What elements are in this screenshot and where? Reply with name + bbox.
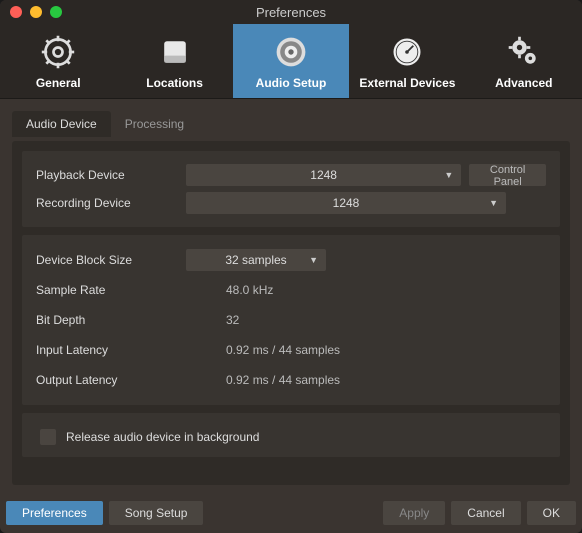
cancel-button[interactable]: Cancel (451, 501, 520, 525)
block-size-value: 32 samples (225, 253, 286, 267)
titlebar: Preferences (0, 0, 582, 24)
song-setup-button[interactable]: Song Setup (109, 501, 204, 525)
footer: Preferences Song Setup Apply Cancel OK (0, 493, 582, 533)
output-latency-label: Output Latency (36, 373, 186, 387)
bit-depth-value: 32 (186, 313, 239, 327)
release-audio-label: Release audio device in background (66, 430, 259, 444)
recording-device-label: Recording Device (36, 196, 186, 210)
toolbar-label: Audio Setup (256, 76, 327, 90)
chevron-down-icon: ▼ (444, 170, 453, 180)
ok-button[interactable]: OK (527, 501, 576, 525)
toolbar-advanced[interactable]: Advanced (466, 24, 582, 98)
toolbar-general[interactable]: General (0, 24, 116, 98)
drive-icon (157, 34, 193, 70)
toolbar-locations[interactable]: Locations (116, 24, 232, 98)
gauge-icon (389, 34, 425, 70)
tab-processing[interactable]: Processing (111, 111, 198, 137)
sub-tabs: Audio Device Processing (12, 111, 570, 137)
toolbar-audio-setup[interactable]: Audio Setup (233, 24, 349, 98)
speaker-icon (273, 34, 309, 70)
toolbar-label: Locations (146, 76, 203, 90)
audio-device-panel: Playback Device 1248 ▼ Control Panel Rec… (12, 141, 570, 485)
toolbar-external-devices[interactable]: External Devices (349, 24, 465, 98)
block-size-select[interactable]: 32 samples ▼ (186, 249, 326, 271)
preferences-window: Preferences General Locations Audio Setu… (0, 0, 582, 533)
gears-icon (506, 34, 542, 70)
release-audio-checkbox[interactable] (40, 429, 56, 445)
chevron-down-icon: ▼ (309, 255, 318, 265)
bit-depth-label: Bit Depth (36, 313, 186, 327)
playback-device-label: Playback Device (36, 168, 186, 182)
sample-rate-value: 48.0 kHz (186, 283, 273, 297)
tab-audio-device[interactable]: Audio Device (12, 111, 111, 137)
toolbar-label: Advanced (495, 76, 552, 90)
input-latency-label: Input Latency (36, 343, 186, 357)
playback-device-value: 1248 (310, 168, 337, 182)
control-panel-button[interactable]: Control Panel (469, 164, 546, 186)
device-group: Playback Device 1248 ▼ Control Panel Rec… (22, 151, 560, 227)
preferences-button[interactable]: Preferences (6, 501, 103, 525)
toolbar-label: External Devices (359, 76, 455, 90)
sample-rate-label: Sample Rate (36, 283, 186, 297)
playback-device-select[interactable]: 1248 ▼ (186, 164, 461, 186)
window-title: Preferences (0, 5, 582, 20)
gear-icon (40, 34, 76, 70)
input-latency-value: 0.92 ms / 44 samples (186, 343, 340, 357)
recording-device-select[interactable]: 1248 ▼ (186, 192, 506, 214)
release-group: Release audio device in background (22, 413, 560, 457)
content-area: Audio Device Processing Playback Device … (0, 99, 582, 493)
toolbar-label: General (36, 76, 81, 90)
settings-group: Device Block Size 32 samples ▼ Sample Ra… (22, 235, 560, 405)
toolbar: General Locations Audio Setup External D… (0, 24, 582, 99)
chevron-down-icon: ▼ (489, 198, 498, 208)
recording-device-value: 1248 (333, 196, 360, 210)
output-latency-value: 0.92 ms / 44 samples (186, 373, 340, 387)
apply-button[interactable]: Apply (383, 501, 445, 525)
block-size-label: Device Block Size (36, 253, 186, 267)
